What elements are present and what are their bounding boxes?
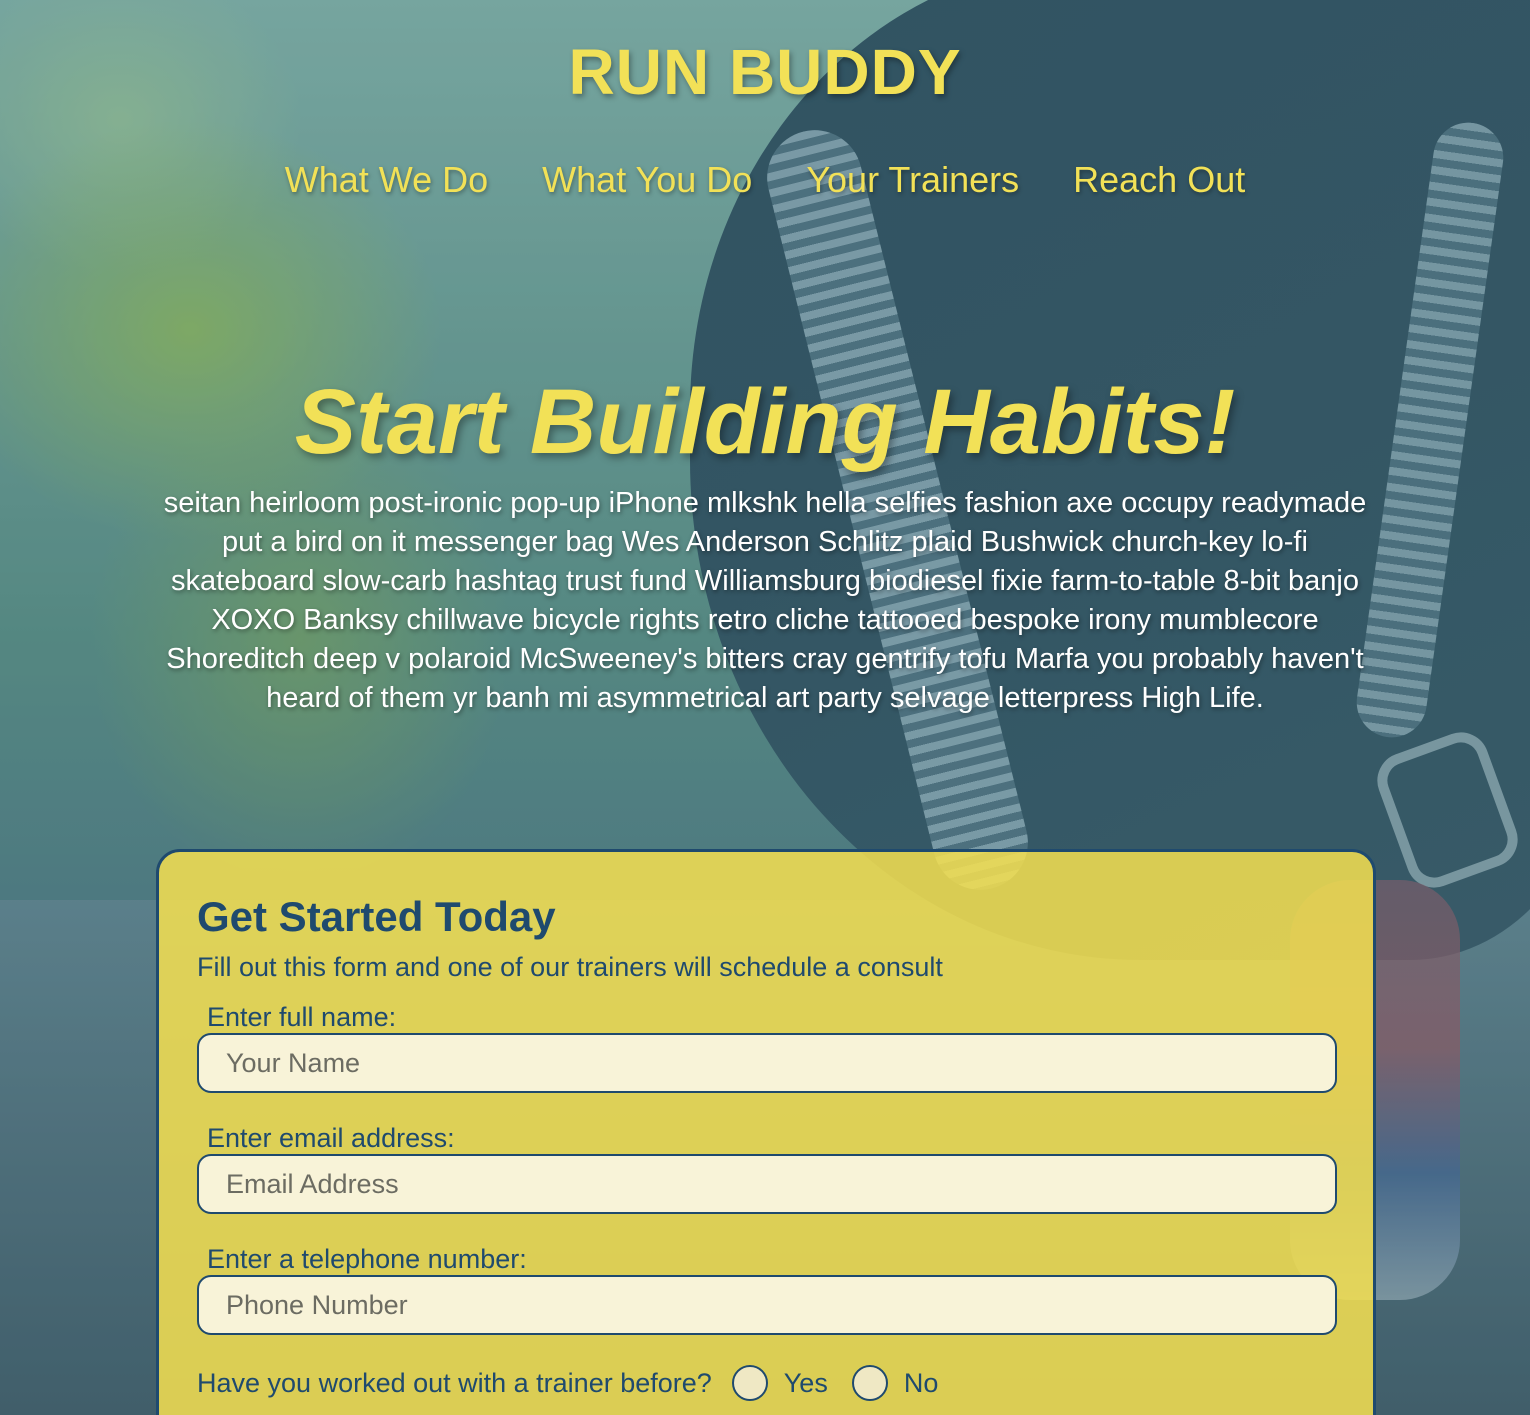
- form-subtitle: Fill out this form and one of our traine…: [197, 952, 943, 982]
- nav-link-what-you-do[interactable]: What You Do: [542, 160, 752, 200]
- phone-field-group: Enter a telephone number:: [197, 1244, 1337, 1335]
- site-title[interactable]: RUN BUDDY: [0, 0, 1530, 108]
- radio-yes[interactable]: [731, 1365, 768, 1401]
- email-input[interactable]: [197, 1154, 1337, 1214]
- radio-no-label[interactable]: No: [904, 1368, 939, 1398]
- nav-link-what-we-do[interactable]: What We Do: [285, 160, 488, 200]
- nav-link-reach-out[interactable]: Reach Out: [1073, 160, 1245, 200]
- nav-link-your-trainers[interactable]: Your Trainers: [806, 160, 1019, 200]
- get-started-form: Get Started Today Fill out this form and…: [156, 849, 1376, 1415]
- hero-text: seitan heirloom post-ironic pop-up iPhon…: [163, 487, 1367, 714]
- trainer-question-row: Have you worked out with a trainer befor…: [197, 1365, 1335, 1401]
- trainer-question-label: Have you worked out with a trainer befor…: [197, 1368, 712, 1398]
- phone-field-label: Enter a telephone number:: [207, 1244, 527, 1274]
- phone-input[interactable]: [197, 1275, 1337, 1335]
- name-field-group: Enter full name:: [197, 1002, 1337, 1093]
- radio-no[interactable]: [851, 1365, 888, 1401]
- email-field-group: Enter email address:: [197, 1123, 1337, 1214]
- form-title: Get Started Today: [197, 893, 556, 940]
- site-header: RUN BUDDY What We Do What You Do Your Tr…: [0, 0, 1530, 200]
- name-field-label: Enter full name:: [207, 1002, 397, 1032]
- email-field-label: Enter email address:: [207, 1123, 455, 1153]
- main-nav: What We Do What You Do Your Trainers Rea…: [0, 160, 1530, 200]
- name-input[interactable]: [197, 1033, 1337, 1093]
- radio-yes-label[interactable]: Yes: [784, 1368, 828, 1398]
- hero-heading: Start Building Habits!: [294, 371, 1236, 473]
